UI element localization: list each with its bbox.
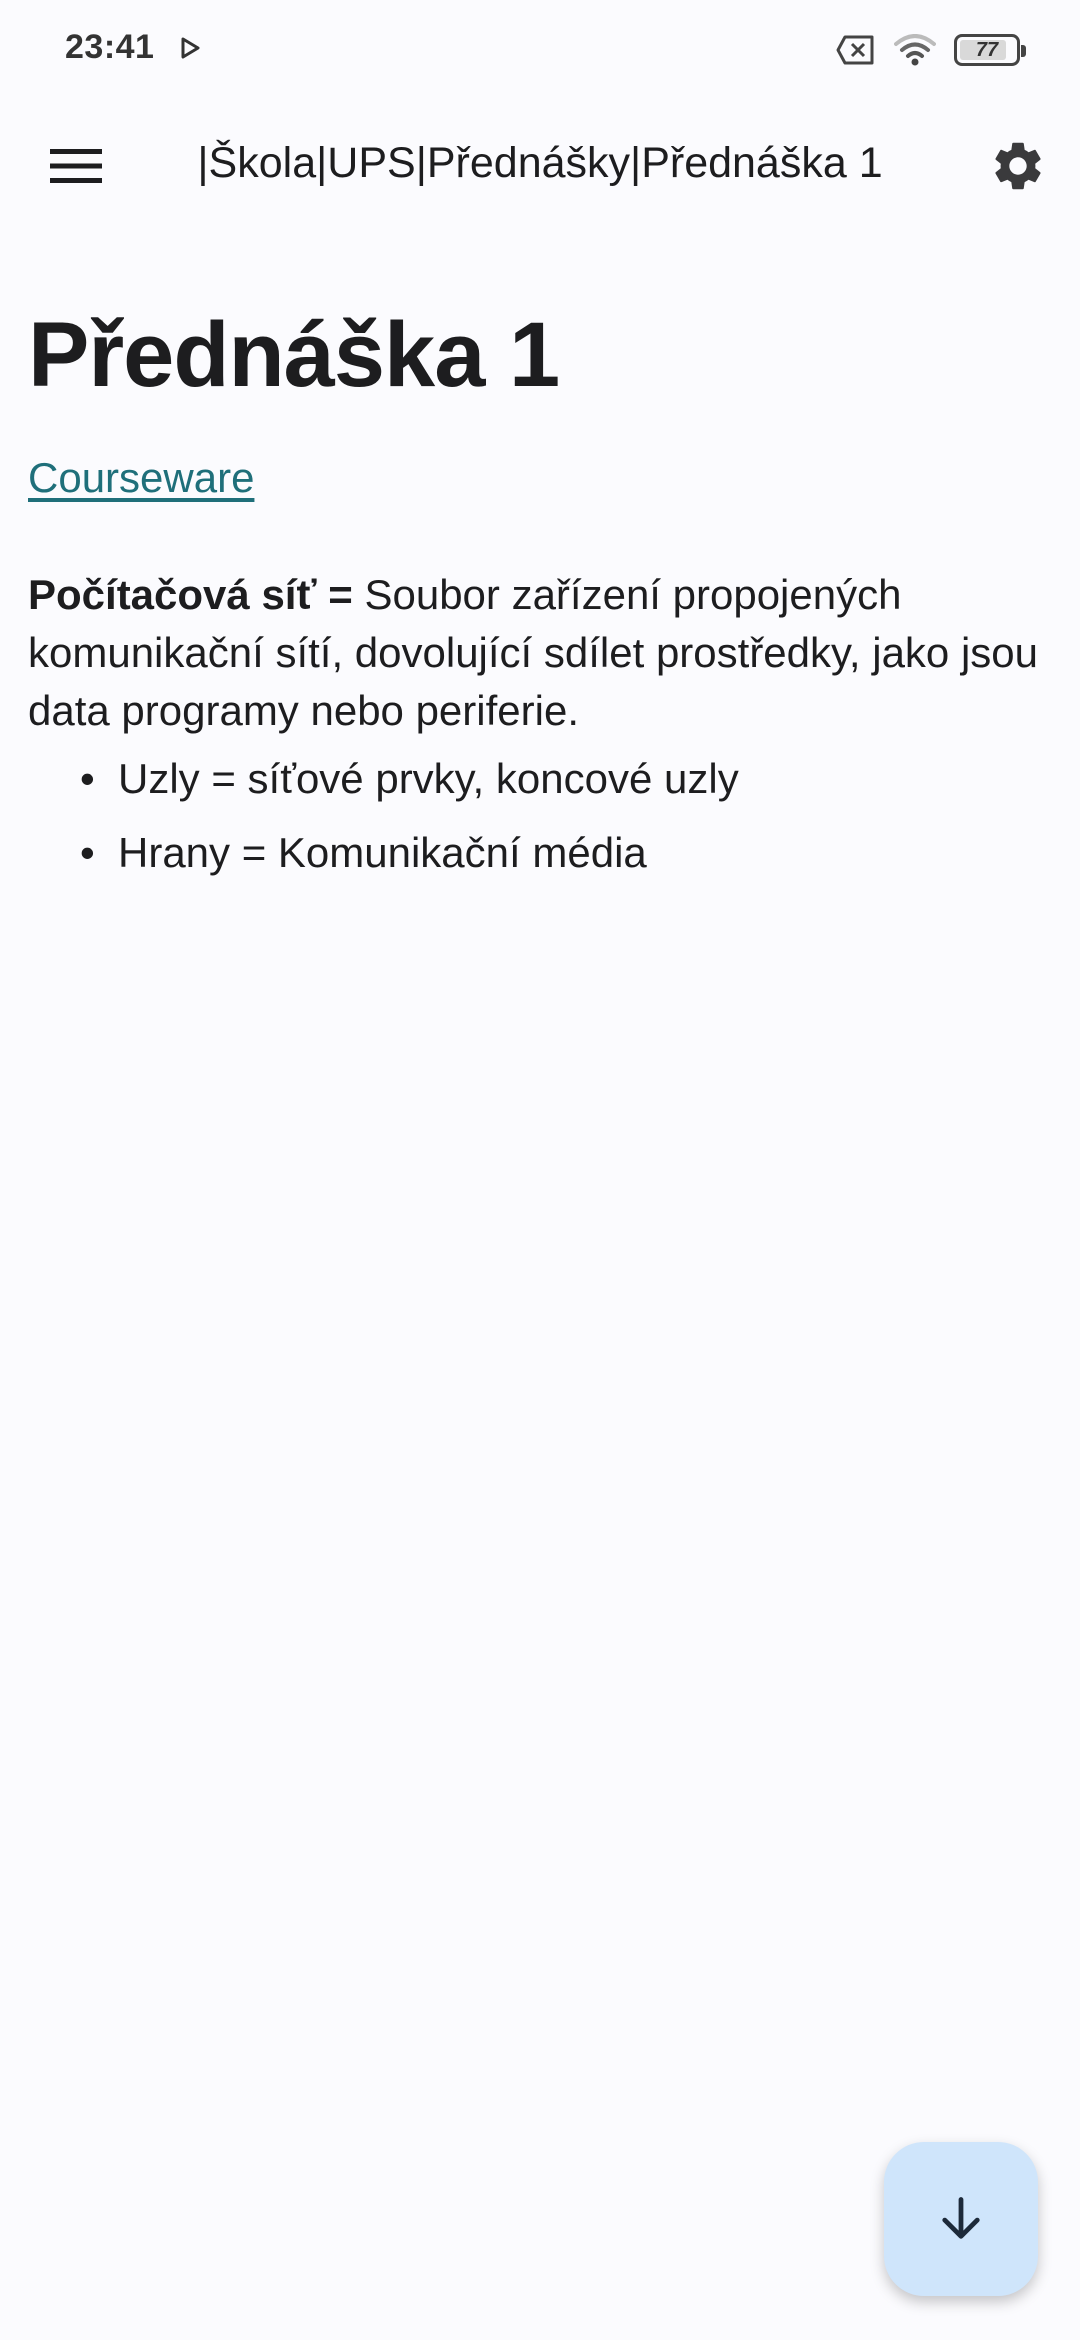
definition-term: Počítačová síť = — [28, 571, 353, 618]
hamburger-menu-icon — [50, 149, 102, 183]
list-item: • Uzly = síťové prvky, koncové uzly — [80, 750, 1038, 808]
bullet-list: • Uzly = síťové prvky, koncové uzly • Hran… — [28, 750, 1038, 882]
sim-off-icon — [836, 35, 874, 65]
bullet-dot: • — [80, 829, 95, 876]
gear-icon — [995, 142, 1041, 190]
status-icons: 77 — [836, 30, 1026, 70]
battery-level: 77 — [975, 38, 999, 61]
screen: 23:41 77 |Škola|UPS|Přednášky|Přednáška … — [0, 0, 1080, 2340]
courseware-link[interactable]: Courseware — [28, 454, 254, 502]
list-item-text: Hrany = Komunikační média — [118, 829, 647, 876]
app-bar: |Škola|UPS|Přednášky|Přednáška 1 — [0, 110, 1080, 210]
page-title: Přednáška 1 — [28, 304, 560, 406]
menu-button[interactable] — [36, 126, 116, 206]
status-time: 23:41 — [65, 28, 155, 66]
wifi-icon — [894, 34, 936, 66]
scroll-down-button[interactable] — [884, 2142, 1038, 2296]
battery-tip — [1021, 45, 1026, 57]
battery-icon: 77 — [954, 34, 1026, 66]
bullet-dot: • — [80, 755, 95, 802]
note-content: Přednáška 1 Courseware Počítačová síť = … — [28, 290, 1038, 898]
app-title-breadcrumb: |Škola|UPS|Přednášky|Přednáška 1 — [197, 139, 883, 187]
play-icon — [181, 37, 200, 59]
status-bar: 23:41 77 — [0, 0, 1080, 100]
list-item-text: Uzly = síťové prvky, koncové uzly — [118, 755, 739, 802]
list-item: • Hrany = Komunikační média — [80, 824, 1038, 882]
settings-button[interactable] — [978, 126, 1058, 206]
arrow-down-icon — [942, 2197, 980, 2239]
definition-paragraph: Počítačová síť = Soubor zařízení propoje… — [28, 566, 1038, 740]
